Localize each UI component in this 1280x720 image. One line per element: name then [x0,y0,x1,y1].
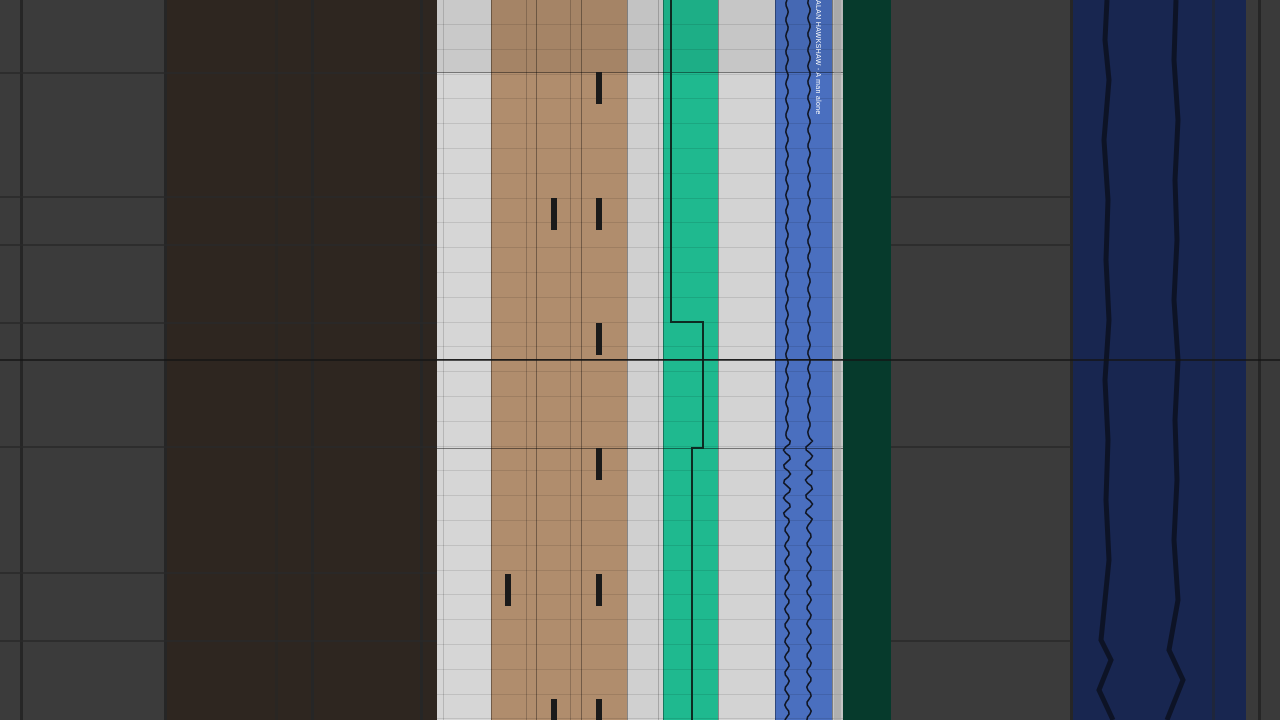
backdrop-row-line [0,640,437,642]
backdrop-row-line [891,446,1071,448]
playhead-crosshair [0,359,1280,361]
backdrop-row-line [0,446,437,448]
backdrop-row-line [891,244,1071,246]
midi-note[interactable] [596,448,602,480]
backdrop-row-line [891,196,1071,198]
midi-note[interactable] [551,198,557,230]
backdrop-row-line [0,196,437,198]
backdrop-row-line [0,322,437,324]
midi-note[interactable] [596,198,602,230]
backdrop-row-line [891,640,1071,642]
audio-clip-title: ALAN HAWKSHAW - A man alone [814,0,821,115]
midi-note[interactable] [596,72,602,104]
midi-note[interactable] [505,574,511,606]
midi-note[interactable] [551,699,557,720]
midi-note[interactable] [596,699,602,720]
midi-note[interactable] [596,323,602,355]
backdrop-row-line [0,244,437,246]
midi-note[interactable] [596,574,602,606]
backdrop-row-line [0,72,437,74]
backdrop-row-line [0,572,437,574]
